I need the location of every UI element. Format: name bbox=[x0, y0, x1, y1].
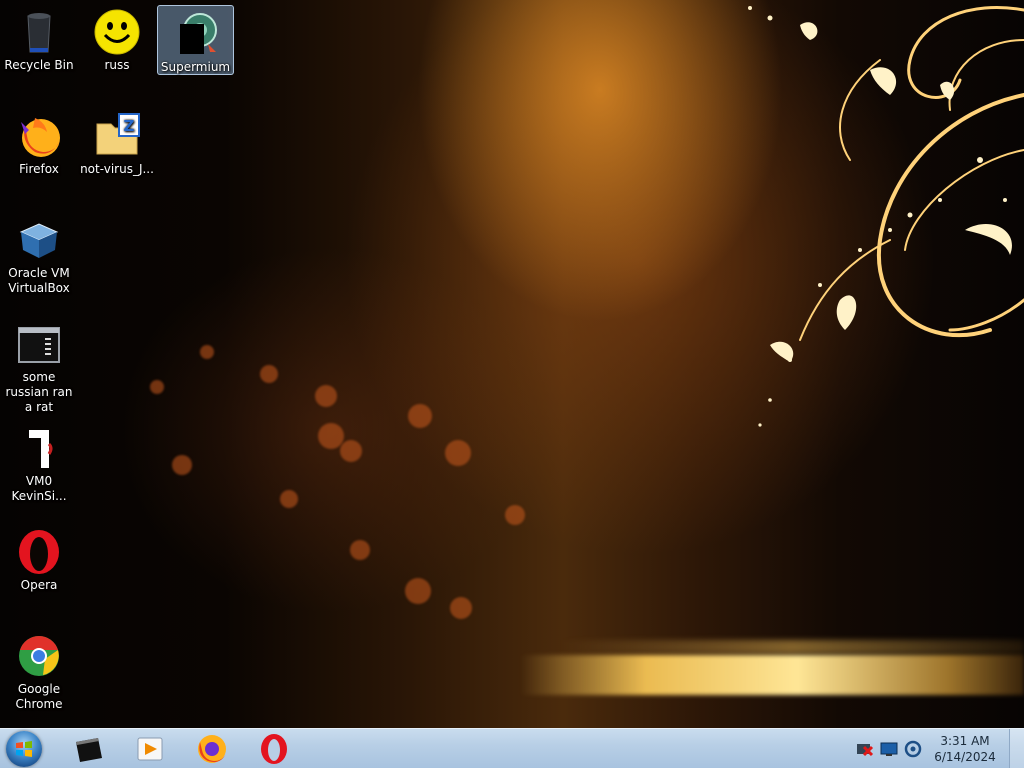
opera-icon bbox=[261, 734, 287, 764]
svg-text:Z: Z bbox=[124, 117, 135, 135]
terminal-icon bbox=[15, 320, 63, 368]
wallpaper-bokeh bbox=[200, 345, 214, 359]
desktop-icon-label: Firefox bbox=[19, 162, 59, 176]
wallpaper-golden-swirl bbox=[748, 5, 1024, 427]
media-player-icon bbox=[137, 737, 163, 761]
clock-date: 6/14/2024 bbox=[934, 750, 996, 764]
taskbar-pinned-firefox[interactable] bbox=[192, 732, 232, 766]
wallpaper-bokeh bbox=[445, 440, 471, 466]
wallpaper-bokeh bbox=[408, 404, 432, 428]
clock-time: 3:31 AM bbox=[940, 734, 990, 748]
taskbar-pinned-terminal[interactable] bbox=[68, 732, 108, 766]
supermium-tray-icon[interactable] bbox=[904, 740, 922, 758]
windows-orb-icon bbox=[16, 741, 32, 757]
supermium-icon bbox=[172, 10, 220, 58]
desktop-icon-label: Supermium bbox=[160, 60, 231, 74]
desktop-icon-label: Opera bbox=[20, 578, 58, 592]
desktop-icon-not-virus-zip[interactable]: Z not-virus_J... bbox=[78, 108, 156, 177]
smiley-icon bbox=[93, 8, 141, 56]
wallpaper-bokeh bbox=[150, 380, 164, 394]
desktop-icon-recycle-bin[interactable]: Recycle Bin bbox=[0, 4, 78, 73]
opera-icon bbox=[15, 528, 63, 576]
wallpaper-bokeh bbox=[450, 597, 472, 619]
firefox-icon bbox=[15, 112, 63, 160]
firefox-icon bbox=[198, 735, 226, 763]
system-tray: 3:31 AM 6/14/2024 bbox=[854, 729, 1024, 768]
desktop-icon-label: Google Chrome bbox=[15, 682, 63, 711]
desktop-icon-label: Recycle Bin bbox=[4, 58, 74, 72]
taskbar: 3:31 AM 6/14/2024 bbox=[0, 728, 1024, 768]
taskbar-pinned-media-player[interactable] bbox=[130, 732, 170, 766]
desktop-icon-label: some russian ran a rat bbox=[5, 370, 73, 414]
virtualbox-icon bbox=[15, 216, 63, 264]
wallpaper-bokeh bbox=[260, 365, 278, 383]
network-error-icon[interactable] bbox=[856, 741, 874, 757]
desktop-icon-label: not-virus_J... bbox=[80, 162, 154, 176]
desktop-icon-firefox[interactable]: Firefox bbox=[0, 108, 78, 177]
recycle-bin-icon bbox=[15, 8, 63, 56]
wallpaper-bokeh bbox=[340, 440, 362, 462]
wallpaper-light-streak bbox=[520, 655, 1024, 695]
wallpaper-bokeh bbox=[505, 505, 525, 525]
shortcut-icon bbox=[15, 424, 63, 472]
desktop-icon-google-chrome[interactable]: Google Chrome bbox=[0, 628, 78, 712]
start-button[interactable] bbox=[6, 731, 42, 767]
display-icon[interactable] bbox=[880, 741, 898, 757]
wallpaper-light-streak bbox=[560, 640, 1024, 654]
taskbar-pinned-opera[interactable] bbox=[254, 732, 294, 766]
wallpaper-bokeh bbox=[350, 540, 370, 560]
wallpaper-bokeh bbox=[318, 423, 344, 449]
desktop-icon-some-russian-ran-a-rat[interactable]: some russian ran a rat bbox=[0, 316, 78, 415]
desktop-icon-vm0-kevinsi[interactable]: VM0 KevinSi... bbox=[0, 420, 78, 504]
chrome-icon bbox=[15, 632, 63, 680]
desktop-icon-russ[interactable]: russ bbox=[78, 4, 156, 73]
desktop-icon-label: russ bbox=[104, 58, 130, 72]
show-desktop-button[interactable] bbox=[1009, 729, 1024, 768]
desktop-icon-opera[interactable]: Opera bbox=[0, 524, 78, 593]
desktop-icon-supermium[interactable]: Supermium bbox=[157, 5, 234, 75]
desktop-icon-label: VM0 KevinSi... bbox=[11, 474, 67, 503]
wallpaper-bokeh bbox=[315, 385, 337, 407]
desktop-icon-label: Oracle VM VirtualBox bbox=[8, 266, 70, 295]
wallpaper-bokeh bbox=[405, 578, 431, 604]
wallpaper-bokeh bbox=[280, 490, 298, 508]
terminal-icon bbox=[76, 738, 102, 762]
zip-folder-icon: Z bbox=[93, 112, 141, 160]
desktop-icon-virtualbox[interactable]: Oracle VM VirtualBox bbox=[0, 212, 78, 296]
taskbar-clock[interactable]: 3:31 AM 6/14/2024 bbox=[930, 733, 1000, 765]
wallpaper-bokeh bbox=[172, 455, 192, 475]
